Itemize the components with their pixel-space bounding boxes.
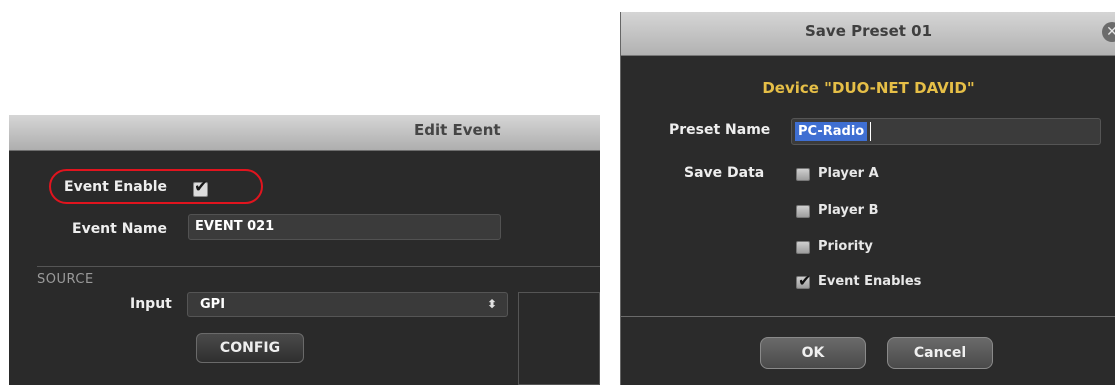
event-enables-checkbox[interactable]: ✔	[796, 271, 811, 290]
player-b-checkbox[interactable]	[796, 205, 810, 218]
event-enable-checkbox[interactable]: ✔	[193, 177, 208, 197]
config-button[interactable]: CONFIG	[196, 333, 304, 363]
event-enable-label: Event Enable	[64, 179, 168, 195]
ok-button[interactable]: OK	[760, 337, 866, 369]
text-caret	[870, 122, 871, 141]
preset-name-value: PC-Radio	[795, 122, 868, 141]
player-a-label: Player A	[818, 166, 879, 181]
priority-label: Priority	[818, 239, 873, 254]
input-select[interactable]: GPI ⬍	[187, 292, 508, 317]
save-preset-titlebar: Save Preset 01 ✕	[621, 12, 1115, 56]
event-enables-label: Event Enables	[818, 274, 922, 289]
preset-name-field[interactable]: PC-Radio	[791, 118, 1101, 145]
save-preset-dialog: Save Preset 01 ✕ Device "DUO-NET DAVID" …	[620, 12, 1115, 385]
edit-event-title: Edit Event	[414, 121, 501, 139]
source-section-label: SOURCE	[37, 272, 94, 287]
source-preview-box	[518, 292, 600, 385]
preset-name-label: Preset Name	[669, 122, 771, 138]
close-icon[interactable]: ✕	[1102, 22, 1115, 42]
dialog-divider	[621, 316, 1115, 317]
device-name-line: Device "DUO-NET DAVID"	[762, 79, 975, 97]
section-divider	[37, 266, 600, 267]
checkmark-icon: ✔	[798, 271, 812, 290]
event-name-field[interactable]: EVENT 021	[188, 214, 501, 240]
input-select-value: GPI	[200, 297, 226, 312]
save-preset-title: Save Preset 01	[804, 22, 933, 40]
input-label: Input	[130, 296, 172, 312]
up-down-arrows-icon: ⬍	[486, 297, 497, 311]
event-name-label: Event Name	[72, 221, 167, 237]
checkmark-icon: ✔	[194, 177, 209, 197]
priority-checkbox[interactable]	[796, 241, 810, 254]
edit-event-titlebar: Edit Event	[9, 115, 600, 151]
edit-event-panel: Edit Event Event Enable ✔ Event Name EVE…	[9, 115, 600, 385]
player-a-checkbox[interactable]	[796, 168, 810, 181]
player-b-label: Player B	[818, 203, 879, 218]
cancel-button[interactable]: Cancel	[887, 337, 993, 369]
save-data-label: Save Data	[684, 165, 765, 181]
